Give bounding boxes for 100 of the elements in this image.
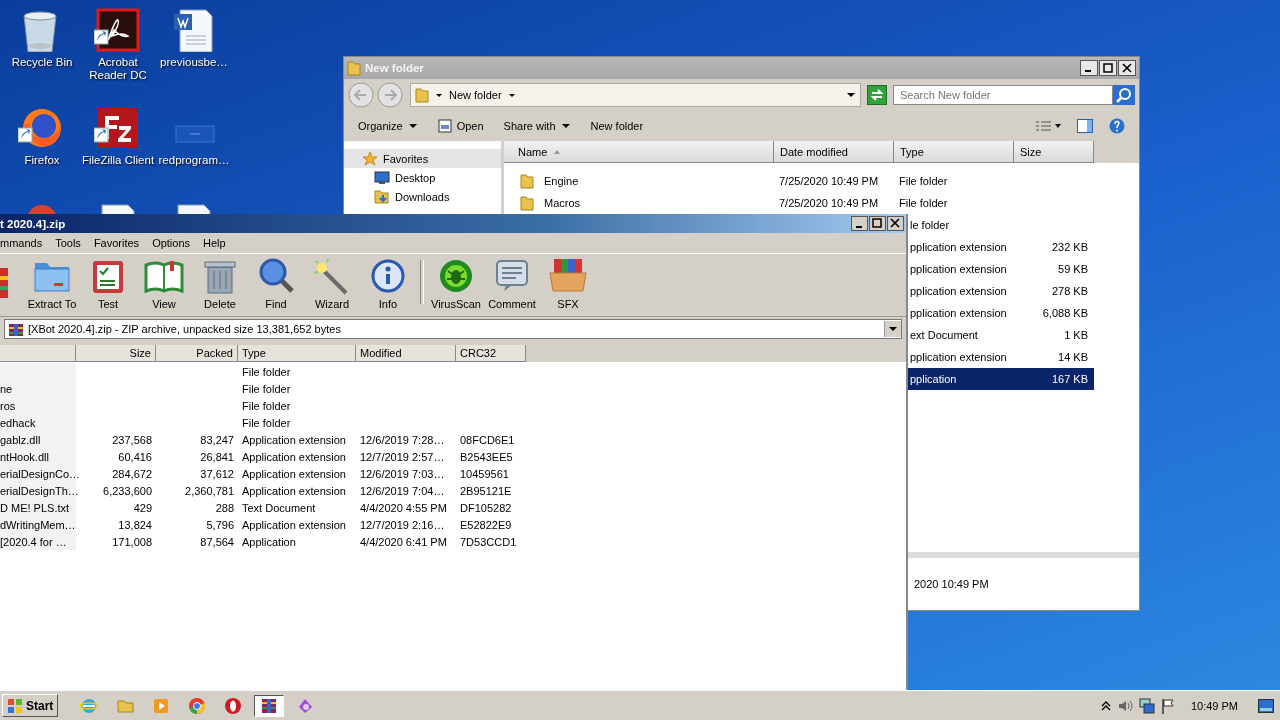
table-cell-text: File folder [241, 365, 292, 378]
caret-icon[interactable] [507, 91, 516, 99]
caret-icon[interactable] [435, 91, 443, 99]
toolbar-button[interactable]: Info [360, 255, 416, 310]
speaker-icon[interactable] [1116, 698, 1133, 713]
refresh-icon[interactable] [867, 85, 887, 105]
file-row[interactable]: pplication extension 232 KB [908, 236, 1094, 258]
toolbar-button[interactable]: Delete [192, 255, 248, 310]
table-cell-text: 60,416 [117, 450, 153, 463]
column-header[interactable] [0, 345, 76, 362]
column-header[interactable]: Size [1014, 141, 1094, 163]
table-cell-text: 14 KB [1057, 351, 1089, 363]
toolbar-button[interactable]: Extract To [24, 255, 80, 310]
toolbar-button[interactable]: Comment [484, 255, 540, 310]
nav-item[interactable]: Favorites [344, 149, 501, 168]
table-cell-text: 2B95121E [459, 484, 513, 497]
table-cell-text: 08FCD6E1 [459, 433, 516, 446]
nav-item[interactable]: Downloads [344, 187, 501, 206]
minimize-icon[interactable] [1080, 60, 1098, 76]
toolbar-button[interactable]: Open [437, 116, 484, 136]
maximize-icon[interactable] [869, 216, 886, 231]
icon-label[interactable]: FileZilla Client [81, 154, 155, 167]
table-cell-text: 171,008 [111, 535, 153, 548]
file-row[interactable]: ext Document 1 KB [908, 324, 1094, 346]
taskbar-button[interactable] [254, 694, 285, 717]
column-header[interactable]: Name [504, 141, 774, 163]
table-cell-text: ext Document [909, 329, 979, 341]
menu-item[interactable]: Options [152, 236, 191, 250]
clock-text[interactable]: 10:49 PM [1190, 699, 1238, 712]
column-header[interactable]: Size [76, 345, 156, 362]
table-cell-text: 288 [214, 501, 235, 514]
file-row[interactable]: pplication 167 KB [908, 368, 1094, 390]
network-icon[interactable] [1138, 697, 1155, 714]
toolbar-button[interactable]: Organize [358, 117, 418, 135]
column-header[interactable]: CRC32 [456, 345, 526, 362]
help-icon[interactable] [1109, 118, 1125, 134]
address-bar[interactable]: New folder [410, 83, 861, 107]
icon-label[interactable]: Recycle Bin [11, 56, 73, 69]
flag-icon[interactable] [1160, 697, 1175, 714]
path-field[interactable]: [XBot 2020.4].zip - ZIP archive, unpacked size 13,381,652 bytes [4, 319, 902, 339]
dropdown-icon[interactable] [846, 91, 856, 99]
media-player-icon [152, 696, 171, 715]
column-header[interactable]: Type [894, 141, 1014, 163]
column-header[interactable]: Date modified [774, 141, 894, 163]
icon-label[interactable]: Firefox [24, 154, 60, 167]
toolbar-button[interactable]: Test [80, 255, 136, 310]
downloads-folder-icon [374, 188, 390, 205]
show-desktop-icon[interactable] [1258, 698, 1274, 713]
close-icon[interactable] [1118, 60, 1136, 76]
menu-item[interactable]: Favorites [93, 236, 140, 250]
search-icon[interactable] [1113, 85, 1135, 105]
toolbar-button[interactable]: SFX [540, 255, 596, 310]
pdf-reader-icon[interactable] [94, 8, 142, 52]
file-row[interactable]: Macros 7/25/2020 10:49 PM File folder [504, 192, 1094, 214]
file-row[interactable]: pplication extension 59 KB [908, 258, 1094, 280]
table-cell-text: 4/4/2020 6:41 PM [359, 535, 448, 548]
file-row[interactable]: Engine 7/25/2020 10:49 PM File folder [504, 170, 1094, 192]
menu-item[interactable]: Help [203, 236, 226, 250]
table-cell-text: 1 KB [1063, 329, 1089, 341]
start-button[interactable]: Start [2, 694, 59, 717]
file-row[interactable]: le folder [908, 214, 1094, 236]
file-row[interactable]: pplication extension 14 KB [908, 346, 1094, 368]
maximize-icon[interactable] [1099, 60, 1117, 76]
icon-label[interactable]: Acrobat Reader DC [80, 56, 156, 82]
window-title: t 2020.4].zip [0, 217, 67, 230]
toolbar-button[interactable]: Find [248, 255, 304, 310]
caret-icon [560, 122, 571, 130]
folder-icon [347, 60, 361, 76]
toolbar-button[interactable]: View [136, 255, 192, 310]
toolbar-button[interactable]: New folder [590, 117, 644, 135]
close-icon[interactable] [887, 216, 904, 231]
toolbar-button[interactable]: VirusScan [428, 255, 484, 310]
menu-item[interactable]: mmands [0, 236, 43, 250]
icon-label[interactable]: previousbe… [160, 56, 228, 69]
nav-item[interactable]: Desktop [344, 168, 501, 187]
preview-pane-icon[interactable] [1077, 119, 1093, 133]
expand-tray-icon[interactable] [1100, 699, 1111, 712]
table-cell-text: Application extension [241, 484, 347, 497]
icon-label[interactable]: redprogram… [158, 154, 230, 167]
folder-icon [520, 173, 534, 189]
menu-item[interactable]: Tools [55, 236, 81, 250]
table-cell-text: 237,568 [111, 433, 153, 446]
file-row[interactable]: pplication extension 278 KB [908, 280, 1094, 302]
view-options-icon[interactable] [1035, 120, 1061, 132]
dropdown-icon [884, 321, 901, 337]
column-header[interactable]: Type [238, 345, 356, 362]
minimize-icon[interactable] [851, 216, 868, 231]
file-row[interactable]: pplication extension 6,088 KB [908, 302, 1094, 324]
table-cell-text: 10459561 [459, 467, 510, 480]
table-cell-text: pplication extension [909, 241, 1008, 253]
search-field[interactable]: Search New folder [893, 85, 1113, 105]
toolbar-button[interactable]: Wizard [304, 255, 360, 310]
table-cell-text: 4/4/2020 4:55 PM [359, 501, 448, 514]
column-header[interactable]: Modified [356, 345, 456, 362]
file-name: ros [0, 397, 76, 414]
file-name: edhack [0, 414, 76, 431]
table-cell-text: Application [241, 535, 297, 548]
toolbar-button[interactable]: Share with [503, 117, 571, 135]
column-header[interactable]: Packed [156, 345, 238, 362]
file-name: gablz.dll [0, 431, 76, 448]
